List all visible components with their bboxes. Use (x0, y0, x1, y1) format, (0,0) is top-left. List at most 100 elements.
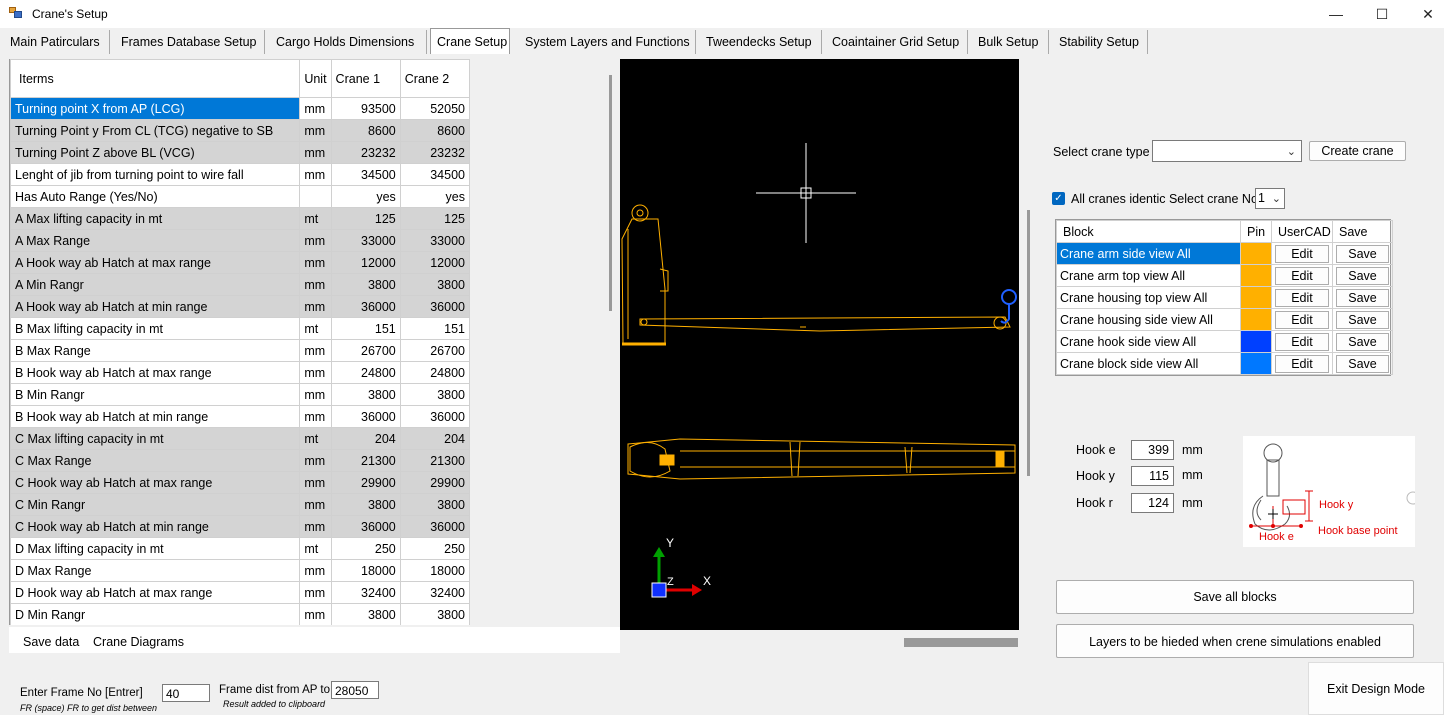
edit-block-button[interactable]: Edit (1275, 354, 1329, 373)
frame-dist-output[interactable]: 28050 (331, 681, 379, 699)
tab-stability-setup[interactable]: Stability Setup (1049, 30, 1148, 54)
unit-cell[interactable]: mm (299, 581, 332, 604)
crane1-cell[interactable]: 24800 (330, 361, 401, 384)
crane2-cell[interactable]: 18000 (399, 559, 470, 582)
block-row[interactable]: Crane arm top view All Edit Save (1056, 264, 1393, 287)
block-name-cell[interactable]: Crane housing side view All (1056, 308, 1241, 331)
crane-diagrams-link[interactable]: Crane Diagrams (93, 635, 184, 649)
cad-drawing-canvas[interactable]: Y X Z (620, 59, 1019, 630)
tab-bulk-setup[interactable]: Bulk Setup (968, 30, 1049, 54)
save-block-button[interactable]: Save (1336, 244, 1389, 263)
crane2-cell[interactable]: 3800 (399, 273, 470, 296)
frame-no-input[interactable]: 40 (162, 684, 210, 702)
crane1-cell[interactable]: 21300 (330, 449, 401, 472)
block-row[interactable]: Crane hook side view All Edit Save (1056, 330, 1393, 353)
pin-color-cell[interactable] (1240, 330, 1272, 353)
crane1-cell[interactable]: 32400 (330, 581, 401, 604)
unit-cell[interactable]: mm (299, 603, 332, 625)
crane2-cell[interactable]: 33000 (399, 229, 470, 252)
table-row[interactable]: D Max lifting capacity in mt mt 250 250 (10, 537, 470, 560)
crane2-cell[interactable]: yes (399, 185, 470, 208)
pin-color-cell[interactable] (1240, 242, 1272, 265)
block-row[interactable]: Crane housing side view All Edit Save (1056, 308, 1393, 331)
col-header-save[interactable]: Save (1332, 220, 1393, 243)
crane1-cell[interactable]: 18000 (330, 559, 401, 582)
unit-cell[interactable]: mm (299, 493, 332, 516)
exit-design-mode-button[interactable]: Exit Design Mode (1308, 662, 1444, 715)
tab-system-layers[interactable]: System Layers and Functions (515, 30, 696, 54)
col-header-pin[interactable]: Pin (1240, 220, 1272, 243)
crane-blocks-table[interactable]: Block Pin UserCAD Save Crane arm side vi… (1055, 219, 1393, 376)
crane2-cell[interactable]: 36000 (399, 515, 470, 538)
crane2-cell[interactable]: 204 (399, 427, 470, 450)
save-block-button[interactable]: Save (1336, 266, 1389, 285)
item-cell[interactable]: Has Auto Range (Yes/No) (10, 185, 301, 208)
unit-cell[interactable]: mm (299, 119, 332, 142)
pin-color-cell[interactable] (1240, 308, 1272, 331)
item-cell[interactable]: A Max lifting capacity in mt (10, 207, 301, 230)
unit-cell[interactable]: mt (299, 537, 332, 560)
crane2-cell[interactable]: 125 (399, 207, 470, 230)
crane2-cell[interactable]: 32400 (399, 581, 470, 604)
col-header-unit[interactable]: Unit (299, 59, 332, 98)
table-row[interactable]: A Min Rangr mm 3800 3800 (10, 273, 470, 296)
crane1-cell[interactable]: 33000 (330, 229, 401, 252)
crane2-cell[interactable]: 24800 (399, 361, 470, 384)
tab-container-grid[interactable]: Coaintainer Grid Setup (822, 30, 968, 54)
crane-number-select[interactable]: 1 ⌄ (1255, 188, 1285, 209)
crane2-cell[interactable]: 12000 (399, 251, 470, 274)
minimize-button[interactable]: — (1313, 0, 1359, 28)
unit-cell[interactable]: mm (299, 273, 332, 296)
col-header-items[interactable]: Iterms (10, 59, 301, 98)
block-row[interactable]: Crane housing top view All Edit Save (1056, 286, 1393, 309)
item-cell[interactable]: A Max Range (10, 229, 301, 252)
grid-scrollbar[interactable] (609, 75, 612, 311)
close-button[interactable]: ✕ (1405, 0, 1444, 28)
item-cell[interactable]: B Max Range (10, 339, 301, 362)
crane1-cell[interactable]: yes (330, 185, 401, 208)
all-cranes-identic-checkbox[interactable]: ✓ (1052, 192, 1065, 205)
col-header-crane2[interactable]: Crane 2 (399, 59, 470, 98)
crane1-cell[interactable]: 151 (330, 317, 401, 340)
unit-cell[interactable]: mt (299, 207, 332, 230)
crane1-cell[interactable]: 3800 (330, 383, 401, 406)
crane1-cell[interactable]: 3800 (330, 493, 401, 516)
unit-cell[interactable]: mm (299, 515, 332, 538)
unit-cell[interactable]: mm (299, 383, 332, 406)
table-row[interactable]: C Hook way ab Hatch at max range mm 29900 2… (10, 471, 470, 494)
crane1-cell[interactable]: 26700 (330, 339, 401, 362)
unit-cell[interactable]: mm (299, 295, 332, 318)
crane1-cell[interactable]: 204 (330, 427, 401, 450)
item-cell[interactable]: C Hook way ab Hatch at max range (10, 471, 301, 494)
unit-cell[interactable]: mt (299, 427, 332, 450)
crane1-cell[interactable]: 8600 (330, 119, 401, 142)
crane2-cell[interactable]: 52050 (399, 97, 470, 120)
table-row[interactable]: B Max lifting capacity in mt mt 151 151 (10, 317, 470, 340)
table-row[interactable]: B Hook way ab Hatch at min range mm 36000 3… (10, 405, 470, 428)
save-block-button[interactable]: Save (1336, 310, 1389, 329)
block-name-cell[interactable]: Crane arm top view All (1056, 264, 1241, 287)
item-cell[interactable]: Turning Point Z above BL (VCG) (10, 141, 301, 164)
crane-parameters-grid[interactable]: Iterms Unit Crane 1 Crane 2 Turning poin… (9, 59, 470, 625)
unit-cell[interactable]: mm (299, 97, 332, 120)
edit-block-button[interactable]: Edit (1275, 266, 1329, 285)
maximize-button[interactable]: ☐ (1359, 0, 1405, 28)
save-all-blocks-button[interactable]: Save all blocks (1056, 580, 1414, 614)
crane2-cell[interactable]: 21300 (399, 449, 470, 472)
edit-block-button[interactable]: Edit (1275, 310, 1329, 329)
canvas-vertical-scrollbar[interactable] (1027, 210, 1030, 476)
crane2-cell[interactable]: 26700 (399, 339, 470, 362)
hook-y-input[interactable]: 115 (1131, 466, 1174, 486)
save-block-button[interactable]: Save (1336, 354, 1389, 373)
crane1-cell[interactable]: 34500 (330, 163, 401, 186)
item-cell[interactable]: C Hook way ab Hatch at min range (10, 515, 301, 538)
pin-color-cell[interactable] (1240, 286, 1272, 309)
hook-r-input[interactable]: 124 (1131, 493, 1174, 513)
item-cell[interactable]: C Max lifting capacity in mt (10, 427, 301, 450)
save-block-button[interactable]: Save (1336, 332, 1389, 351)
item-cell[interactable]: A Hook way ab Hatch at max range (10, 251, 301, 274)
item-cell[interactable]: D Max Range (10, 559, 301, 582)
block-name-cell[interactable]: Crane hook side view All (1056, 330, 1241, 353)
tab-tweendecks[interactable]: Tweendecks Setup (696, 30, 822, 54)
crane1-cell[interactable]: 3800 (330, 603, 401, 625)
